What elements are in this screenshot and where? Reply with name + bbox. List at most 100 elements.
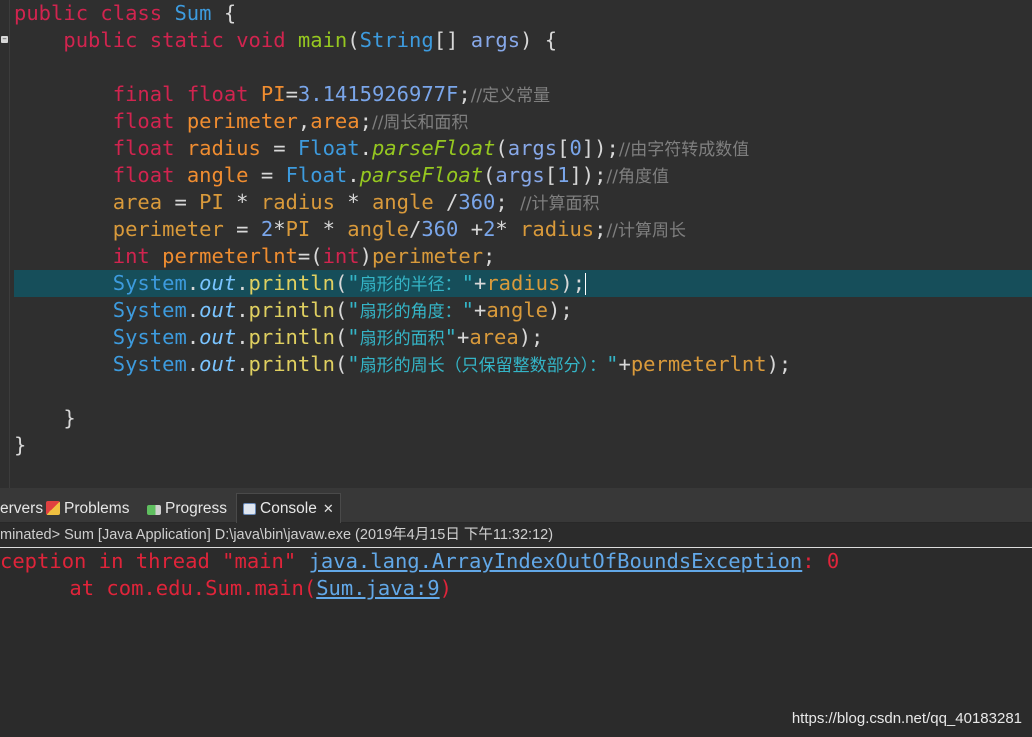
tab-problems[interactable]: Problems — [46, 495, 129, 522]
punctuation: / — [409, 217, 422, 241]
gutter-divider — [9, 0, 10, 488]
punctuation: ( — [334, 298, 348, 322]
punctuation: [] — [433, 28, 471, 52]
variable: permeterlnt — [630, 352, 767, 376]
tab-label: ervers — [0, 500, 44, 517]
fold-collapse-icon[interactable]: − — [1, 36, 8, 43]
punctuation: =( — [297, 244, 323, 268]
console-line-1: ception in thread "main" java.lang.Array… — [0, 548, 839, 575]
comment: //计算面积 — [520, 194, 600, 214]
punctuation: ( — [495, 136, 508, 160]
tab-console[interactable]: Console ✕ — [236, 493, 341, 523]
class-name: Sum — [174, 1, 212, 25]
string-literal: 扇形的半径： — [359, 275, 462, 295]
string-literal: 扇形的面积 — [359, 329, 445, 349]
number-literal: 2 — [260, 217, 274, 241]
punctuation: ); — [560, 271, 586, 295]
punctuation: * — [334, 190, 372, 214]
number-literal: 360 — [421, 217, 459, 241]
static-method: parseFloat — [371, 136, 496, 160]
comment: //计算周长 — [606, 221, 686, 241]
class-name: System — [112, 298, 187, 322]
variable: angle — [347, 217, 409, 241]
punctuation: ( — [483, 163, 496, 187]
variable: radius — [260, 190, 335, 214]
code-line-10: int permeterlnt=(int)perimeter; — [14, 243, 1024, 270]
launch-description: minated> Sum [Java Application] D:\java\… — [0, 527, 554, 543]
error-text: ception in thread "main" — [0, 549, 309, 573]
code-editor[interactable]: − public class Sum { public static void … — [0, 0, 1032, 488]
number-literal: 3.1415926977F — [297, 82, 459, 106]
keyword: int — [112, 244, 150, 268]
class-name: Float — [285, 163, 348, 187]
watermark: https://blog.csdn.net/qq_40183281 — [791, 710, 1022, 727]
console-launch-info: minated> Sum [Java Application] D:\java\… — [0, 523, 1032, 548]
punctuation: . — [186, 271, 200, 295]
punctuation: ; — [483, 244, 496, 268]
variable: angle — [371, 190, 434, 214]
punctuation: { — [211, 1, 237, 25]
console-output[interactable]: ception in thread "main" java.lang.Array… — [0, 548, 1032, 737]
method-call: println — [248, 298, 335, 322]
source-link[interactable]: Sum.java:9 — [316, 576, 439, 600]
string-quote: " — [347, 271, 360, 295]
class-name: Float — [297, 136, 360, 160]
code-line-4: final float PI=3.1415926977F;//定义常量 — [14, 81, 1024, 108]
code-line-16: } — [14, 405, 1024, 432]
string-quote: " — [444, 325, 457, 349]
punctuation: + — [618, 352, 631, 376]
punctuation: = — [285, 82, 298, 106]
punctuation: [ — [544, 163, 558, 187]
keyword: float — [112, 163, 175, 187]
code-line-2: public static void main(String[] args) { — [14, 27, 1024, 54]
keyword: public — [14, 1, 89, 25]
punctuation: ; — [458, 82, 471, 106]
variable: angle — [486, 298, 549, 322]
keyword: float — [112, 109, 175, 133]
punctuation: . — [186, 298, 200, 322]
string-literal: 扇形的角度： — [359, 302, 462, 322]
punctuation: = — [223, 217, 261, 241]
keyword: class — [100, 1, 163, 25]
variable: radius — [186, 136, 261, 160]
variable: radius — [520, 217, 595, 241]
keyword: float — [112, 136, 175, 160]
close-icon[interactable]: ✕ — [323, 501, 334, 516]
punctuation: ; — [594, 217, 607, 241]
punctuation: . — [347, 163, 360, 187]
punctuation: . — [236, 352, 249, 376]
code-line-13: System.out.println("扇形的面积"+area); — [14, 324, 1024, 351]
punctuation: ) { — [520, 28, 558, 52]
tab-progress[interactable]: Progress — [147, 495, 227, 522]
class-name: System — [112, 352, 187, 376]
code-line-8: area = PI * radius * angle /360; //计算面积 — [14, 189, 1024, 216]
punctuation: + — [473, 271, 487, 295]
string-quote: " — [606, 352, 619, 376]
comment: //周长和面积 — [371, 113, 469, 133]
code-line-11: System.out.println("扇形的半径："+radius); — [14, 270, 1024, 297]
punctuation: . — [359, 136, 372, 160]
console-icon — [243, 503, 256, 515]
tab-label: Progress — [165, 500, 228, 517]
tab-servers[interactable]: ervers — [0, 495, 43, 522]
punctuation: ); — [518, 325, 544, 349]
static-field: out — [199, 352, 237, 376]
class-name: String — [359, 28, 434, 52]
error-text: at com.edu.Sum.main( — [20, 576, 317, 600]
exception-link[interactable]: java.lang.ArrayIndexOutOfBoundsException — [309, 549, 803, 573]
punctuation: . — [236, 325, 249, 349]
method-call: println — [248, 325, 335, 349]
punctuation: ]); — [581, 136, 619, 160]
punctuation: = — [162, 190, 200, 214]
punctuation: + — [456, 325, 470, 349]
parameter: args — [470, 28, 521, 52]
punctuation: ( — [334, 352, 348, 376]
punctuation: ( — [334, 325, 348, 349]
code-line-14: System.out.println("扇形的周长（只保留整数部分）："+per… — [14, 351, 1024, 378]
variable: radius — [486, 271, 561, 295]
punctuation: [ — [557, 136, 570, 160]
code-line-12: System.out.println("扇形的角度："+angle); — [14, 297, 1024, 324]
string-quote: " — [347, 298, 360, 322]
number-literal: 2 — [483, 217, 496, 241]
comment: //由字符转成数值 — [618, 140, 750, 160]
